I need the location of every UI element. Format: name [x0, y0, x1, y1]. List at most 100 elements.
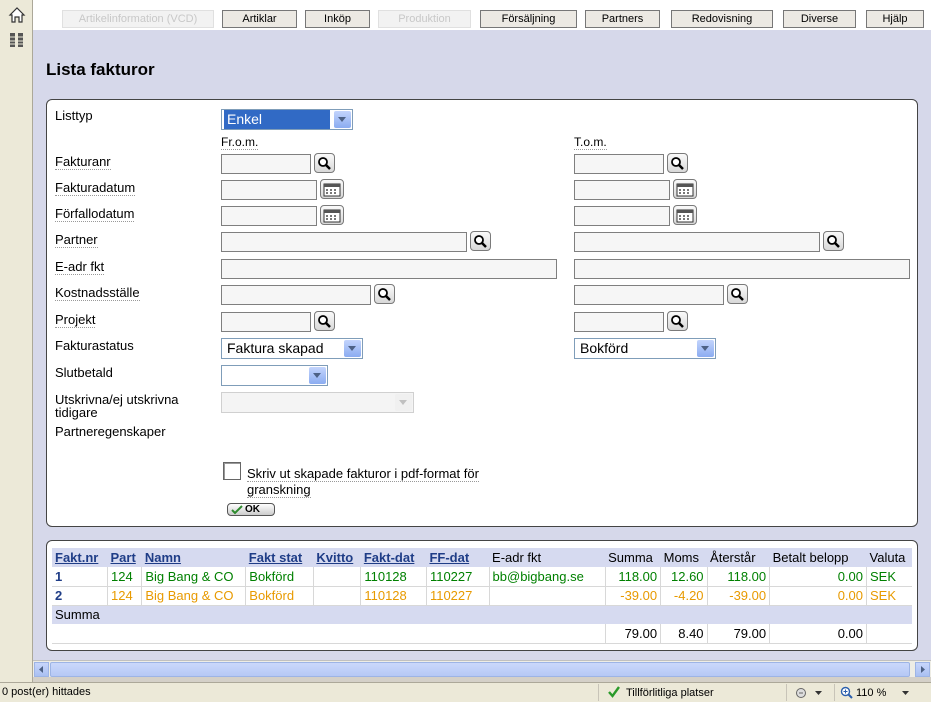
- from-column-label: Fr.o.m.: [221, 135, 259, 150]
- fakturanr-from-input[interactable]: [221, 154, 311, 174]
- scroll-thumb[interactable]: [50, 662, 910, 677]
- fakturastatus-tom-value: Bokförd: [580, 340, 629, 356]
- cell-part: 124: [107, 586, 142, 606]
- status-security[interactable]: [786, 684, 830, 701]
- fakturanr-tom-input[interactable]: [574, 154, 664, 174]
- partner-tom-input[interactable]: [574, 232, 820, 252]
- fakturadatum-tom-input[interactable]: [574, 180, 670, 200]
- tom-column-label: T.o.m.: [574, 135, 607, 150]
- security-icon: [796, 688, 806, 698]
- col-eadr: E-adr fkt: [489, 548, 606, 567]
- col-faktstat[interactable]: Fakt stat: [245, 548, 314, 567]
- scroll-right-arrow[interactable]: [915, 662, 930, 677]
- scroll-left-arrow[interactable]: [34, 662, 49, 677]
- zone-text: Tillförlitliga platser: [626, 687, 714, 699]
- cell-faktnr[interactable]: 1: [52, 567, 108, 587]
- fakturadatum-tom-calendar-button[interactable]: [673, 179, 697, 199]
- col-moms: Moms: [660, 548, 708, 567]
- cell-valuta: SEK: [866, 567, 912, 587]
- chevron-down-icon: [697, 340, 714, 357]
- tab-produktion: Produktion: [378, 10, 471, 28]
- fakturastatus-from-select[interactable]: Faktura skapad: [221, 338, 363, 359]
- cell-namn: Big Bang & CO: [141, 567, 246, 587]
- slutbetald-select[interactable]: [221, 365, 328, 386]
- forfallodatum-from-input[interactable]: [221, 206, 317, 226]
- projekt-from-search-button[interactable]: [314, 311, 335, 331]
- total-betalt: 0.00: [769, 624, 867, 644]
- col-ffdat[interactable]: FF-dat: [426, 548, 490, 567]
- tab-hjalp[interactable]: Hjälp: [866, 10, 924, 28]
- eadr-label: E-adr fkt: [55, 259, 105, 275]
- kostnadsstalle-tom-search-button[interactable]: [727, 284, 748, 304]
- cell-status: Bokförd: [245, 567, 314, 587]
- kostnadsstalle-tom-input[interactable]: [574, 285, 724, 305]
- projekt-tom-input[interactable]: [574, 312, 664, 332]
- cell-moms: 12.60: [660, 567, 708, 587]
- horizontal-scrollbar[interactable]: [33, 660, 931, 677]
- search-icon: [318, 157, 331, 170]
- chevron-left-icon: [39, 666, 43, 673]
- partner-tom-search-button[interactable]: [823, 231, 844, 251]
- cell-moms: -4.20: [660, 586, 708, 606]
- search-icon: [671, 315, 684, 328]
- col-namn[interactable]: Namn: [141, 548, 246, 567]
- cell-kvitto: [312, 567, 361, 587]
- sum-header-row: Summa: [52, 605, 912, 624]
- tab-artiklar[interactable]: Artiklar: [222, 10, 297, 28]
- chevron-down-icon: [395, 394, 412, 411]
- table-row[interactable]: 1 124 Big Bang & CO Bokförd 110128 11022…: [52, 567, 912, 587]
- partner-label: Partner: [55, 232, 98, 248]
- results-panel: Fakt.nr Part Namn Fakt stat Kvitto Fakt-…: [46, 540, 918, 651]
- eadr-from-input[interactable]: [221, 259, 557, 279]
- partner-from-search-button[interactable]: [470, 231, 491, 251]
- col-kvitto[interactable]: Kvitto: [313, 548, 361, 567]
- filter-panel: Listtyp Enkel Fr.o.m. T.o.m. Fakturanr F…: [46, 99, 918, 527]
- cell-status: Bokförd: [245, 586, 314, 606]
- ok-button[interactable]: OK: [227, 503, 275, 516]
- forfallodatum-tom-calendar-button[interactable]: [673, 205, 697, 225]
- fakturastatus-tom-select[interactable]: Bokförd: [574, 338, 716, 359]
- projekt-from-input[interactable]: [221, 312, 311, 332]
- forfallodatum-tom-input[interactable]: [574, 206, 670, 226]
- tab-inkop[interactable]: Inköp: [305, 10, 370, 28]
- status-found-text: 0 post(er) hittades: [2, 686, 91, 698]
- forfallodatum-from-calendar-button[interactable]: [320, 205, 344, 225]
- col-faktdat[interactable]: Fakt-dat: [360, 548, 427, 567]
- home-icon[interactable]: [8, 6, 26, 24]
- cell-summa: 118.00: [604, 567, 661, 587]
- list-icon[interactable]: [8, 31, 26, 49]
- chevron-right-icon: [921, 666, 925, 673]
- main-content: Artikelinformation (VCD) Artiklar Inköp …: [33, 0, 931, 660]
- top-tab-bar: Artikelinformation (VCD) Artiklar Inköp …: [33, 0, 931, 30]
- slutbetald-label: Slutbetald: [55, 365, 113, 380]
- calendar-icon: [676, 209, 694, 223]
- page-title: Lista fakturor: [46, 60, 155, 79]
- fakturadatum-from-calendar-button[interactable]: [320, 179, 344, 199]
- projekt-tom-search-button[interactable]: [667, 311, 688, 331]
- listtyp-select[interactable]: Enkel: [221, 109, 353, 130]
- pdf-checkbox[interactable]: [223, 462, 241, 480]
- partneregenskaper-label: Partneregenskaper: [55, 424, 166, 439]
- cell-faktnr[interactable]: 2: [52, 586, 108, 606]
- table-row[interactable]: 2 124 Big Bang & CO Bokförd 110128 11022…: [52, 586, 912, 606]
- fakturanr-tom-search-button[interactable]: [667, 153, 688, 173]
- status-zoom[interactable]: 110 %: [834, 684, 914, 701]
- checkmark-icon: [231, 505, 243, 515]
- fakturadatum-from-input[interactable]: [221, 180, 317, 200]
- tab-redovisning[interactable]: Redovisning: [671, 10, 773, 28]
- cell-valuta: SEK: [866, 586, 912, 606]
- fakturanr-from-search-button[interactable]: [314, 153, 335, 173]
- partner-from-input[interactable]: [221, 232, 467, 252]
- kostnadsstalle-from-search-button[interactable]: [374, 284, 395, 304]
- col-part[interactable]: Part: [107, 548, 142, 567]
- kostnadsstalle-from-input[interactable]: [221, 285, 371, 305]
- totals-row: 79.00 8.40 79.00 0.00: [52, 624, 912, 644]
- left-toolbar: [0, 0, 33, 682]
- status-zone: Tillförlitliga platser: [598, 684, 778, 701]
- tab-partners[interactable]: Partners: [585, 10, 660, 28]
- tab-forsaljning[interactable]: Försäljning: [480, 10, 577, 28]
- eadr-tom-input[interactable]: [574, 259, 910, 279]
- invoice-table: Fakt.nr Part Namn Fakt stat Kvitto Fakt-…: [52, 548, 912, 644]
- tab-diverse[interactable]: Diverse: [783, 10, 856, 28]
- col-faktnr[interactable]: Fakt.nr: [52, 548, 108, 567]
